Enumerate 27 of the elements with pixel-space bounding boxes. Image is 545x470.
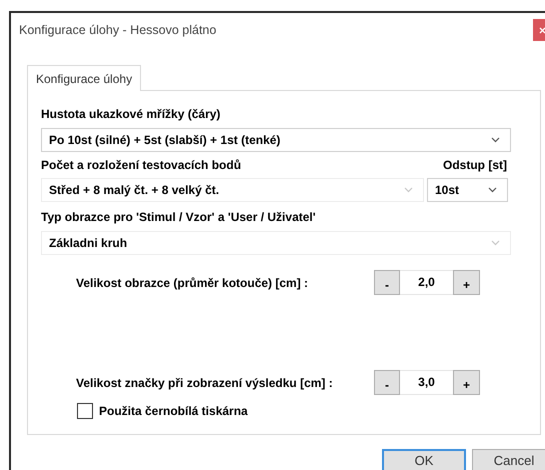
tab[interactable]: Konfigurace úlohy	[27, 65, 142, 91]
field-label: Odstup [st]	[443, 157, 507, 174]
chevron-down-icon	[491, 137, 500, 143]
checkbox[interactable]	[77, 403, 93, 419]
field-label: Velikost obrazce (průměr kotouče) [cm] :	[75, 274, 310, 292]
dialog-button[interactable]: Cancel	[472, 449, 545, 470]
dropdown[interactable]: Střed + 8 malý čt. + 8 velký čt.	[41, 178, 424, 202]
increment-button[interactable]: +	[453, 370, 480, 395]
chevron-down-icon	[491, 240, 500, 246]
decrement-button[interactable]: -	[374, 370, 400, 395]
value-field[interactable]: 2,0	[400, 270, 453, 295]
value-field[interactable]: 3,0	[400, 370, 453, 395]
checkbox-label: Použita černobílá tiskárna	[99, 403, 248, 420]
field-label: Velikost značky při zobrazení výsledku [cm] :	[75, 374, 334, 392]
dropdown[interactable]: Po 10st (silné) + 5st (slabší) + 1st (tenké)	[41, 128, 511, 152]
dropdown[interactable]: Základni kruh	[41, 231, 511, 255]
chevron-down-icon	[404, 187, 413, 193]
decrement-button[interactable]: -	[374, 270, 400, 295]
field-label: Hustota ukazkové mřížky (čáry)	[41, 106, 222, 123]
window-title: Konfigurace úlohy - Hessovo plátno	[19, 22, 216, 39]
dialog-button[interactable]: OK	[382, 449, 466, 470]
increment-button[interactable]: +	[453, 270, 480, 295]
chevron-down-icon	[488, 187, 497, 193]
close-icon	[539, 26, 545, 34]
field-label: Typ obrazce pro 'Stimul / Vzor' a 'User / Uživatel'	[41, 209, 317, 226]
field-label: Počet a rozložení testovacích bodů	[41, 157, 242, 174]
dropdown[interactable]: 10st	[427, 178, 508, 202]
